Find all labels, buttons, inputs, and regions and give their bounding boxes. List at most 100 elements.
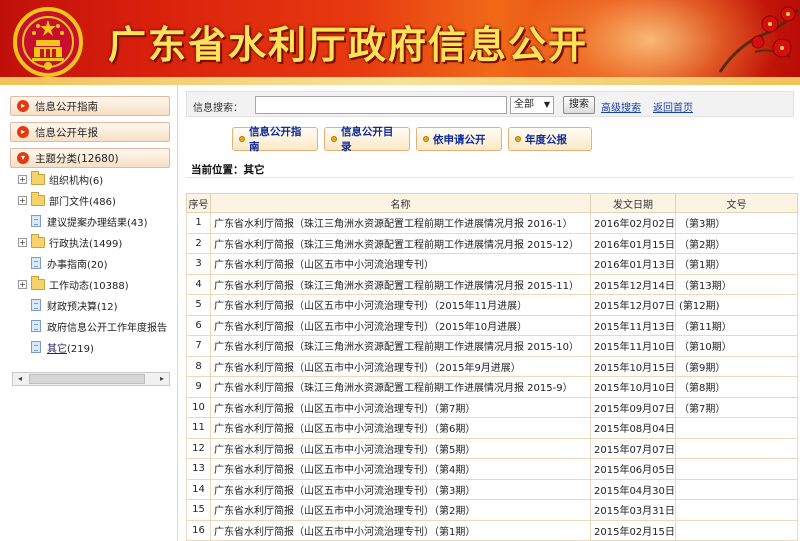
table-row[interactable]: 11 广东省水利厅简报（山区五市中小河流治理专刊）（第6期） 2015年08月04日 — [186, 417, 798, 439]
cell-title[interactable]: 广东省水利厅简报（珠江三角洲水资源配置工程前期工作进展情况月报 2015-9） — [210, 376, 591, 398]
table-row[interactable]: 9 广东省水利厅简报（珠江三角洲水资源配置工程前期工作进展情况月报 2015-9）… — [186, 376, 798, 398]
scope-select[interactable]: 全部 ▼ — [510, 96, 554, 114]
cell-title[interactable]: 广东省水利厅简报（山区五市中小河流治理专刊）（第1期） — [210, 519, 591, 541]
cell-title[interactable]: 广东省水利厅简报（山区五市中小河流治理专刊）（第7期） — [210, 396, 591, 418]
cell-title[interactable]: 广东省水利厅简报（山区五市中小河流治理专刊）（第4期） — [210, 458, 591, 480]
cell-index: 4 — [186, 273, 211, 295]
cell-index: 3 — [186, 253, 211, 275]
sidebar-annual-button[interactable]: ▸ 信息公开年报 — [10, 122, 170, 142]
tree-item-label: 组织机构(6) — [49, 175, 104, 187]
tab-label: 信息公开目录 — [340, 126, 394, 153]
cell-index: 13 — [186, 458, 211, 480]
sidebar-guide-button[interactable]: ▸ 信息公开指南 — [10, 96, 170, 116]
expand-icon[interactable]: + — [18, 237, 27, 247]
table-row[interactable]: 5 广东省水利厅简报（山区五市中小河流治理专刊）（2015年11月进展） 2015年… — [186, 294, 798, 316]
table-row[interactable]: 4 广东省水利厅简报（珠江三角洲水资源配置工程前期工作进展情况月报 2015-11… — [186, 273, 798, 295]
tab-guide[interactable]: 信息公开指南 — [232, 126, 318, 153]
folder-icon — [31, 233, 45, 248]
table-row[interactable]: 12 广东省水利厅简报（山区五市中小河流治理专刊）（第5期） 2015年07月07日 — [186, 437, 798, 459]
header-banner: 广东省水利厅政府信息公开 — [0, 0, 800, 85]
tree-item-proposals[interactable]: 建议提案办理结果(43) — [18, 211, 148, 231]
tab-catalog[interactable]: 信息公开目录 — [324, 126, 410, 153]
cell-title[interactable]: 广东省水利厅简报（山区五市中小河流治理专刊）（第3期） — [210, 478, 591, 500]
cell-title[interactable]: 广东省水利厅简报（山区五市中小河流治理专刊） — [210, 253, 591, 275]
cell-title[interactable]: 广东省水利厅简报（山区五市中小河流治理专刊）（第5期） — [210, 437, 591, 459]
cell-index: 15 — [186, 499, 211, 521]
table-row[interactable]: 2 广东省水利厅简报（珠江三角洲水资源配置工程前期工作进展情况月报 2015-12… — [186, 232, 798, 254]
cell-title[interactable]: 广东省水利厅简报（珠江三角洲水资源配置工程前期工作进展情况月报 2016-1） — [210, 212, 591, 234]
tree-item-org[interactable]: + 组织机构(6) — [18, 169, 103, 189]
tree-item-guide[interactable]: 办事指南(20) — [18, 253, 108, 273]
tree-item-dept-docs[interactable]: + 部门文件(486) — [18, 190, 116, 210]
cell-doc-no: （第2期） — [675, 232, 798, 254]
sidebar-scrollbar[interactable]: ◂ ▸ — [12, 372, 170, 386]
breadcrumb-text: 当前位置：其它 — [191, 164, 265, 176]
tab-annual[interactable]: 年度公报 — [508, 127, 592, 151]
table-row[interactable]: 14 广东省水利厅简报（山区五市中小河流治理专刊）（第3期） 2015年04月30日 — [186, 478, 798, 500]
cell-date: 2015年02月15日 — [590, 519, 676, 541]
table-row[interactable]: 1 广东省水利厅简报（珠江三角洲水资源配置工程前期工作进展情况月报 2016-1）… — [186, 212, 798, 234]
bullet-icon — [515, 136, 521, 142]
cell-title[interactable]: 广东省水利厅简报（珠江三角洲水资源配置工程前期工作进展情况月报 2015-10） — [210, 335, 591, 357]
cell-date: 2015年04月30日 — [590, 478, 676, 500]
search-button[interactable]: 搜索 — [563, 96, 595, 114]
tree-item-annual-report[interactable]: 政府信息公开工作年度报告 — [18, 316, 167, 336]
cell-doc-no: （第1期） — [675, 253, 798, 275]
cell-index: 16 — [186, 519, 211, 541]
scrollbar-thumb[interactable] — [29, 374, 145, 384]
document-icon — [31, 320, 41, 332]
cell-index: 7 — [186, 335, 211, 357]
kapok-flower-icon — [718, 6, 800, 73]
tree-item-label: 部门文件(486) — [49, 196, 116, 208]
folder-icon — [31, 191, 45, 206]
page-title: 广东省水利厅政府信息公开 — [108, 22, 589, 67]
table-row[interactable]: 7 广东省水利厅简报（珠江三角洲水资源配置工程前期工作进展情况月报 2015-10… — [186, 335, 798, 357]
cell-title[interactable]: 广东省水利厅简报（山区五市中小河流治理专刊）（2015年11月进展） — [210, 294, 591, 316]
national-emblem-icon — [13, 7, 83, 77]
cell-date: 2015年10月15日 — [590, 355, 676, 377]
cell-date: 2015年10月10日 — [590, 376, 676, 398]
table-row[interactable]: 16 广东省水利厅简报（山区五市中小河流治理专刊）（第1期） 2015年02月15日 — [186, 519, 798, 541]
table-row[interactable]: 3 广东省水利厅简报（山区五市中小河流治理专刊） 2016年01月13日 （第1期） — [186, 253, 798, 275]
document-table: 序号 名称 发文日期 文号 1 广东省水利厅简报（珠江三角洲水资源配置工程前期工作… — [186, 193, 798, 541]
cell-date: 2015年08月04日 — [590, 417, 676, 439]
tree-item-work-news[interactable]: + 工作动态(10388) — [18, 274, 129, 294]
tree-item-other-link[interactable]: 其它 — [47, 344, 67, 355]
table-row[interactable]: 10 广东省水利厅简报（山区五市中小河流治理专刊）（第7期） 2015年09月07日… — [186, 396, 798, 418]
cell-title[interactable]: 广东省水利厅简报（山区五市中小河流治理专刊）（第2期） — [210, 499, 591, 521]
scroll-right-icon[interactable]: ▸ — [155, 373, 169, 385]
sidebar-topic-button[interactable]: ▾ 主题分类(12680) — [10, 148, 170, 168]
cell-title[interactable]: 广东省水利厅简报（珠江三角洲水资源配置工程前期工作进展情况月报 2015-11） — [210, 273, 591, 295]
column-header-index: 序号 — [186, 193, 211, 213]
expand-icon[interactable]: + — [18, 195, 27, 205]
breadcrumb: 当前位置：其它 — [186, 158, 794, 178]
cell-title[interactable]: 广东省水利厅简报（珠江三角洲水资源配置工程前期工作进展情况月报 2015-12） — [210, 232, 591, 254]
tab-apply[interactable]: 依申请公开 — [416, 127, 502, 151]
tree-item-budget[interactable]: 财政预决算(12) — [18, 295, 118, 315]
cell-date: 2015年07月07日 — [590, 437, 676, 459]
expand-icon[interactable]: + — [18, 174, 27, 184]
advanced-search-link[interactable]: 高级搜索 — [601, 99, 641, 114]
arrow-down-icon: ▾ — [17, 152, 29, 164]
cell-doc-no: （第7期） — [675, 396, 798, 418]
cell-title[interactable]: 广东省水利厅简报（山区五市中小河流治理专刊）（第6期） — [210, 417, 591, 439]
table-row[interactable]: 15 广东省水利厅简报（山区五市中小河流治理专刊）（第2期） 2015年03月31日 — [186, 499, 798, 521]
cell-doc-no: （第11期） — [675, 314, 798, 336]
tree-item-label: 其它(219) — [47, 340, 94, 355]
tree-item-label: 建议提案办理结果(43) — [47, 217, 148, 229]
table-row[interactable]: 8 广东省水利厅简报（山区五市中小河流治理专刊）（2015年9月进展） 2015年1… — [186, 355, 798, 377]
search-input[interactable] — [255, 96, 507, 114]
document-icon — [31, 341, 41, 353]
cell-title[interactable]: 广东省水利厅简报（山区五市中小河流治理专刊）（2015年9月进展） — [210, 355, 591, 377]
bullet-icon — [239, 136, 245, 142]
table-row[interactable]: 6 广东省水利厅简报（山区五市中小河流治理专刊）（2015年10月进展） 2015年… — [186, 314, 798, 336]
home-link[interactable]: 返回首页 — [653, 99, 693, 114]
tree-item-label: 行政执法(1499) — [49, 238, 123, 250]
tree-item-other[interactable]: 其它(219) — [18, 337, 94, 357]
cell-title[interactable]: 广东省水利厅简报（山区五市中小河流治理专刊）（2015年10月进展） — [210, 314, 591, 336]
scroll-left-icon[interactable]: ◂ — [13, 373, 27, 385]
sidebar: ▸ 信息公开指南 ▸ 信息公开年报 ▾ 主题分类(12680) + 组织机构(6… — [0, 85, 178, 541]
tree-item-enforcement[interactable]: + 行政执法(1499) — [18, 232, 122, 252]
table-row[interactable]: 13 广东省水利厅简报（山区五市中小河流治理专刊）（第4期） 2015年06月05日 — [186, 458, 798, 480]
expand-icon[interactable]: + — [18, 279, 27, 289]
